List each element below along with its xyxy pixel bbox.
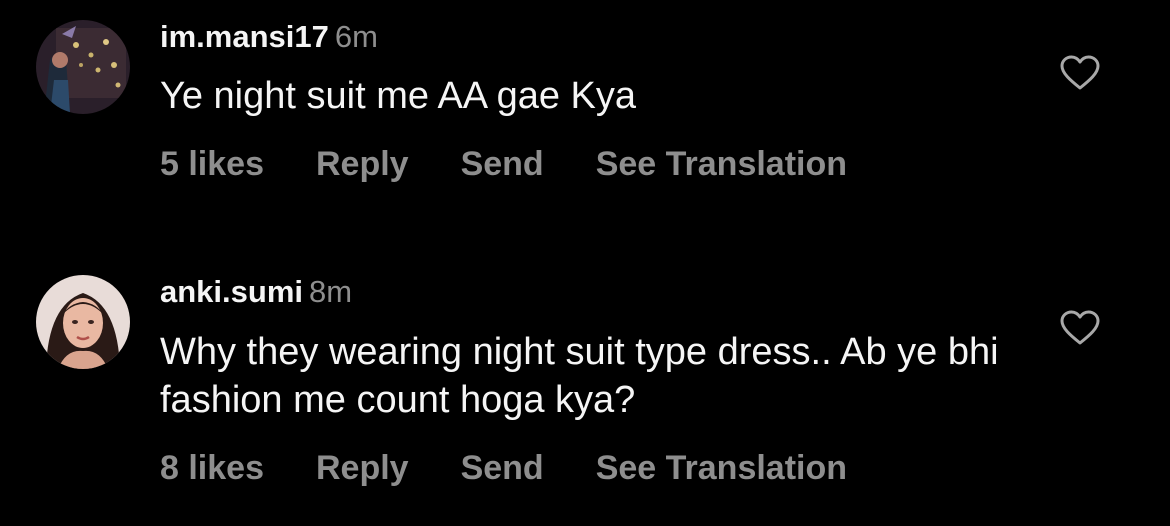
see-translation-button[interactable]: See Translation [596, 448, 847, 488]
comment-time: 8m [309, 274, 353, 309]
avatar[interactable] [36, 20, 130, 114]
send-button[interactable]: Send [461, 144, 544, 184]
comment-actions: 5 likes Reply Send See Translation [160, 144, 847, 184]
heart-outline-icon[interactable] [1060, 310, 1100, 346]
send-button[interactable]: Send [461, 448, 544, 488]
comment-header: anki.sumi 8m [160, 274, 352, 310]
comment-actions: 8 likes Reply Send See Translation [160, 448, 847, 488]
reply-button[interactable]: Reply [316, 144, 409, 184]
heart-outline-icon[interactable] [1060, 55, 1100, 91]
comment-item: anki.sumi 8m Why they wearing night suit … [0, 256, 1170, 526]
comment-text: Why they wearing night suit type dress..… [160, 331, 999, 421]
username[interactable]: anki.sumi [160, 274, 303, 309]
likes-count[interactable]: 8 likes [160, 448, 264, 488]
see-translation-button[interactable]: See Translation [596, 144, 847, 184]
reply-button[interactable]: Reply [316, 448, 409, 488]
avatar[interactable] [36, 275, 130, 369]
comment-header: im.mansi17 6m [160, 19, 378, 55]
username[interactable]: im.mansi17 [160, 19, 329, 54]
comment-time: 6m [334, 19, 378, 54]
comment-item: im.mansi17 6m Ye night suit me AA gae Kya… [0, 0, 1170, 240]
likes-count[interactable]: 5 likes [160, 144, 264, 184]
comment-text: Ye night suit me AA gae Kya [160, 75, 637, 117]
